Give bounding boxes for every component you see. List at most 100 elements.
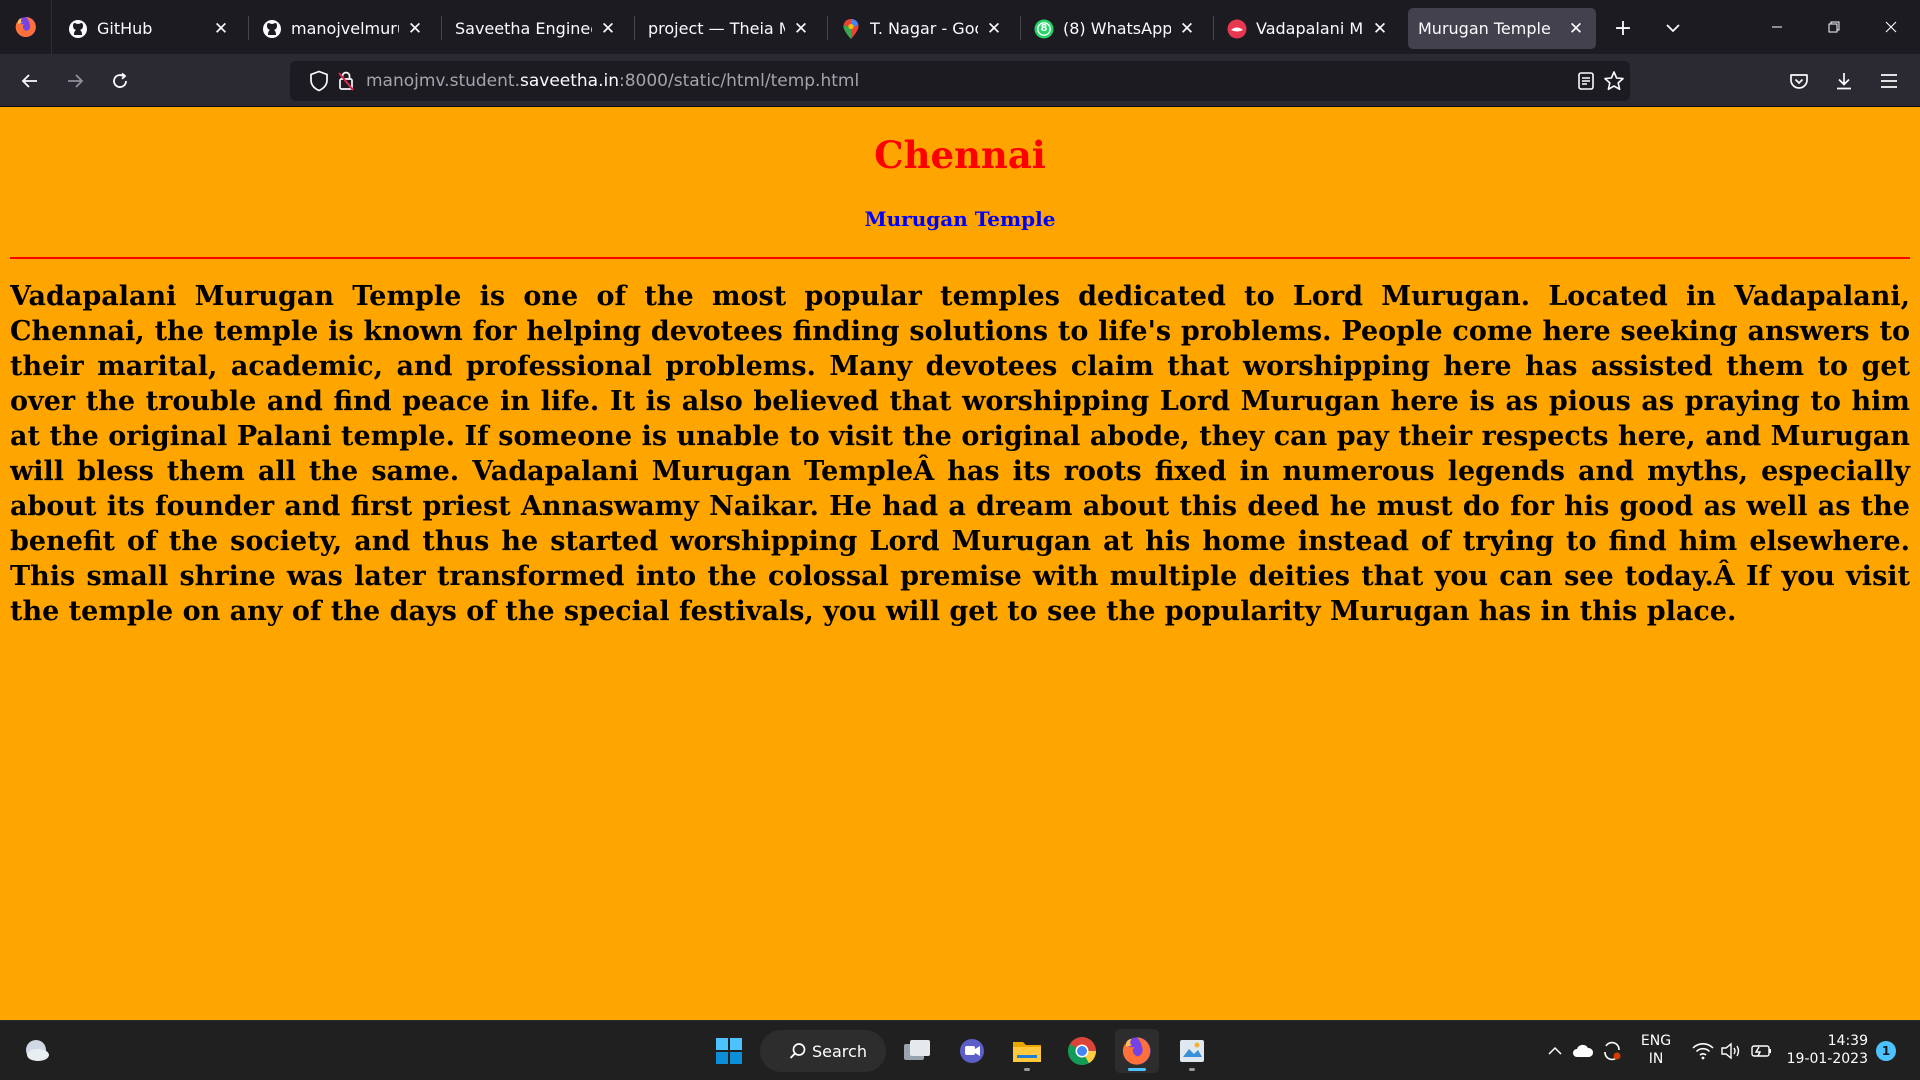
close-tab-icon[interactable]: ✕ [1370,19,1390,39]
taskbar-search[interactable]: Search [760,1030,886,1072]
close-tab-icon[interactable]: ✕ [405,19,425,39]
close-tab-icon[interactable]: ✕ [211,19,231,39]
app-menu-button[interactable] [1869,61,1909,101]
tab-whatsapp[interactable]: 8 (8) WhatsApp ✕ [1024,8,1207,49]
file-explorer-button[interactable] [1005,1029,1049,1073]
cloud-icon [1573,1044,1594,1057]
running-indicator [1024,1068,1030,1071]
chevron-down-icon [1666,24,1680,33]
close-tab-icon[interactable]: ✕ [984,19,1004,39]
notification-count: 1 [1881,1044,1891,1058]
speaker-icon [1721,1042,1740,1060]
bookmark-star-icon[interactable] [1602,69,1626,93]
search-label: Search [812,1041,867,1061]
clock[interactable]: 14:39 19-01-2023 [1786,1032,1868,1068]
close-tab-icon[interactable]: ✕ [1177,19,1197,39]
weather-widget[interactable] [14,1029,58,1073]
tracking-protection-shield-icon[interactable] [307,69,331,93]
close-tab-icon[interactable]: ✕ [1566,19,1586,39]
weather-cloud-icon [26,1040,49,1061]
tab-title: manojvelmurugan [291,19,399,38]
volume-tray-icon[interactable] [1719,1039,1743,1063]
temple-site-icon [1227,19,1247,39]
horizontal-rule [10,257,1910,259]
task-view-button[interactable] [895,1029,939,1073]
tab-title: (8) WhatsApp [1063,19,1171,38]
page-subheading: Murugan Temple [864,207,1056,231]
wifi-icon [1692,1043,1714,1060]
folder-icon [1013,1042,1041,1062]
reader-view-icon[interactable] [1574,69,1598,93]
paint-button[interactable] [1170,1029,1214,1073]
reload-button[interactable] [100,61,140,101]
tab-title: Saveetha Engineering [455,19,592,38]
battery-tray-icon[interactable] [1749,1039,1773,1063]
new-tab-button[interactable]: + [1603,8,1643,48]
back-arrow-icon [21,74,37,88]
task-view-icon [904,1040,930,1060]
paint-icon [1180,1040,1204,1062]
input-language-indicator[interactable]: ENG IN [1636,1032,1676,1068]
reload-icon [113,72,127,88]
url-host: saveetha.in [519,71,619,91]
forward-button[interactable] [55,61,95,101]
close-icon [1885,21,1897,33]
chat-icon [960,1039,984,1063]
tab-separator [634,16,635,40]
tab-title: project — Theia Multi [648,19,785,38]
insecure-lock-icon[interactable] [334,69,358,93]
start-button[interactable] [707,1029,751,1073]
tab-separator [827,16,828,40]
tab-title: GitHub [97,19,153,38]
tab-theia-project[interactable]: project — Theia Multi ✕ [638,8,821,49]
onedrive-tray-icon[interactable] [1571,1039,1595,1063]
tab-manojvelmurugan[interactable]: manojvelmurugan ✕ [252,8,435,49]
battery-icon [1751,1045,1771,1057]
tab-murugan-temple[interactable]: Murugan Temple ✕ [1408,8,1596,49]
web-page: Chennai Murugan Temple Vadapalani Muruga… [0,107,1920,1020]
firefox-icon [1122,1037,1151,1065]
url-path: :8000/static/html/temp.html [619,71,860,91]
sync-tray-icon[interactable] [1600,1039,1624,1063]
address-bar[interactable]: manojmv.student.saveetha.in:8000/static/… [290,61,1630,101]
teams-chat-button[interactable] [950,1029,994,1073]
tab-saveetha-engineering[interactable]: Saveetha Engineering ✕ [445,8,628,49]
clock-date: 19-01-2023 [1786,1051,1868,1067]
tab-vadapalani-murugan[interactable]: Vadapalani Murug ✕ [1217,8,1400,49]
close-window-button[interactable] [1863,0,1919,54]
github-icon [68,19,88,39]
download-icon [1837,73,1851,90]
list-all-tabs-button[interactable] [1653,8,1693,48]
chrome-icon [1068,1037,1096,1065]
notification-center-button[interactable]: 1 [1876,1041,1896,1061]
url-text[interactable]: manojmv.student.saveetha.in:8000/static/… [366,61,859,101]
restore-button[interactable] [1806,0,1862,54]
whatsapp-icon: 8 [1034,19,1054,39]
close-tab-icon[interactable]: ✕ [791,19,811,39]
show-hidden-icons-button[interactable] [1543,1039,1567,1063]
wifi-tray-icon[interactable] [1691,1039,1715,1063]
back-button[interactable] [10,61,50,101]
navigation-toolbar: manojmv.student.saveetha.in:8000/static/… [0,54,1920,107]
tab-title: T. Nagar - Google [870,19,978,38]
minimize-button[interactable] [1749,0,1805,54]
firefox-taskbar-button[interactable] [1115,1029,1159,1073]
plus-icon: + [1613,15,1633,41]
temple-description: Vadapalani Murugan Temple is one of the … [10,281,1910,627]
windows-logo-icon [716,1038,742,1064]
tab-separator [1213,16,1214,40]
minimize-icon [1772,26,1782,28]
firefox-icon [15,17,36,37]
downloads-button[interactable] [1824,61,1864,101]
chrome-button[interactable] [1060,1029,1104,1073]
region-code: IN [1648,1051,1664,1067]
active-indicator [1128,1068,1146,1071]
running-indicator [1189,1068,1195,1071]
search-icon [789,1043,806,1059]
close-tab-icon[interactable]: ✕ [598,19,618,39]
tab-github[interactable]: GitHub ✕ [58,8,241,49]
firefox-menu-button[interactable] [0,0,52,54]
tab-separator [1020,16,1021,40]
tab-google-maps[interactable]: T. Nagar - Google ✕ [831,8,1014,49]
pocket-button[interactable] [1779,61,1819,101]
